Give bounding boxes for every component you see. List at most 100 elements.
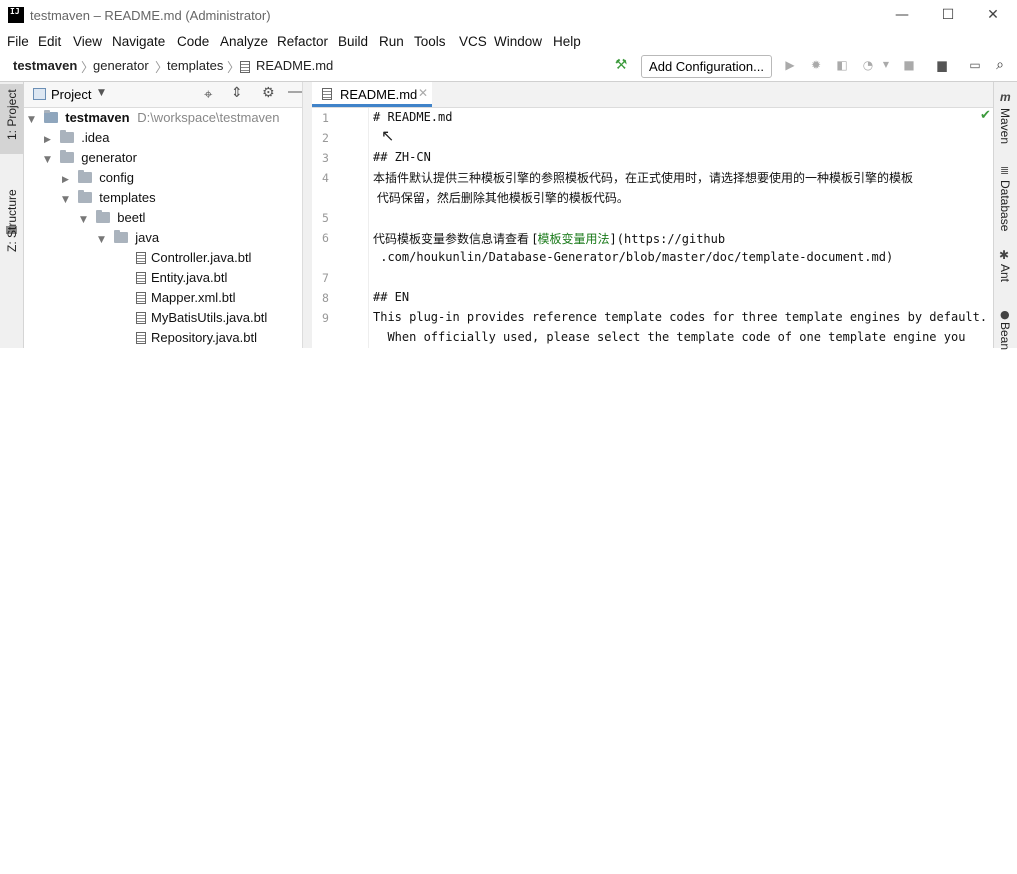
project-tool-label[interactable]: 1: Project — [5, 89, 19, 140]
editor-gutter: 1 2 3 4 5 6 7 8 9 — [312, 108, 369, 348]
breadcrumb-generator[interactable]: generator — [93, 58, 149, 73]
menu-edit[interactable]: Edit — [38, 34, 61, 49]
folder-icon — [113, 230, 128, 243]
tree-item-file[interactable]: Mapper.xml.btl — [136, 288, 236, 308]
close-tab-icon[interactable]: ✕ — [418, 86, 428, 100]
code-line[interactable]: ## ZH-CN — [373, 150, 431, 164]
project-view-selector[interactable]: Project — [51, 87, 91, 102]
tree-item-config[interactable]: ▶ config — [62, 168, 134, 188]
stop-icon[interactable]: ■ — [901, 57, 917, 73]
module-folder-icon — [43, 110, 58, 123]
close-button[interactable]: ✕ — [970, 0, 1016, 31]
tree-item-label: beetl — [117, 210, 146, 225]
tree-item-label: Entity.java.btl — [151, 270, 228, 285]
gear-icon[interactable]: ⚙ — [262, 85, 275, 101]
menu-refactor[interactable]: Refactor — [277, 34, 328, 49]
structure-tool-label[interactable]: Z: Structure — [5, 189, 19, 252]
tree-item-label: MyBatisUtils.java.btl — [151, 310, 268, 325]
menu-navigate[interactable]: Navigate — [112, 34, 165, 49]
terminal-window-icon[interactable]: ▭ — [967, 57, 983, 73]
line-number: 6 — [322, 231, 329, 245]
ant-tool-label[interactable]: Ant — [998, 264, 1012, 282]
chevron-down-icon[interactable]: ▼ — [28, 110, 40, 130]
file-icon — [136, 312, 146, 324]
breadcrumb-readme[interactable]: README.md — [256, 58, 333, 73]
tree-item-java[interactable]: ▼ java — [98, 228, 159, 248]
tree-item-label: config — [99, 170, 134, 185]
code-text: ](https://github — [609, 232, 726, 246]
profile-icon[interactable]: ◔ — [860, 57, 876, 73]
add-configuration-button[interactable]: Add Configuration... — [641, 55, 772, 78]
chevron-right-icon[interactable]: ▶ — [62, 170, 74, 190]
markdown-file-icon — [322, 88, 332, 100]
tree-item-idea[interactable]: ▶ .idea — [44, 128, 109, 148]
profile-dropdown-icon[interactable]: ▼ — [878, 57, 894, 73]
menu-help[interactable]: Help — [553, 34, 581, 49]
menu-run[interactable]: Run — [379, 34, 404, 49]
folder-icon — [77, 170, 92, 183]
tree-item-file[interactable]: Controller.java.btl — [136, 248, 251, 268]
folder-icon — [59, 150, 74, 163]
maven-tool-label[interactable]: Maven — [998, 108, 1012, 144]
editor-tab-label: README.md — [340, 87, 418, 102]
menu-vcs[interactable]: VCS — [459, 34, 487, 49]
tree-item-label: testmaven — [65, 110, 130, 125]
build-hammer-icon[interactable]: ⚒ — [613, 57, 629, 73]
bean-tool-label[interactable]: Bean — [998, 322, 1012, 350]
line-number: 7 — [322, 271, 329, 285]
menu-analyze[interactable]: Analyze — [220, 34, 268, 49]
menu-code[interactable]: Code — [177, 34, 209, 49]
file-icon — [136, 332, 146, 344]
database-icon: ≣ — [1000, 164, 1010, 177]
tree-item-label: Mapper.xml.btl — [151, 290, 236, 305]
menu-view[interactable]: View — [73, 34, 102, 49]
tree-item-generator[interactable]: ▼ generator — [44, 148, 137, 168]
markdown-link[interactable]: 模板变量用法 — [538, 232, 610, 246]
inspection-ok-icon[interactable]: ✔ — [980, 108, 991, 123]
tree-item-file[interactable]: Entity.java.btl — [136, 268, 227, 288]
locate-icon[interactable]: ⌖ — [204, 85, 212, 103]
code-line[interactable]: 代码保留，然后删除其他模板引擎的模板代码。 — [373, 189, 629, 206]
tree-item-label: generator — [81, 150, 137, 165]
tree-item-testmaven[interactable]: ▼ testmaven D:\workspace\testmaven — [28, 108, 280, 128]
code-line[interactable]: This plug-in provides reference template… — [373, 310, 987, 324]
project-structure-icon[interactable]: ▆ — [934, 57, 950, 73]
tree-item-beetl[interactable]: ▼ beetl — [80, 208, 145, 228]
menu-build[interactable]: Build — [338, 34, 368, 49]
chevron-down-icon[interactable]: ▼ — [44, 150, 56, 170]
debug-icon[interactable]: ✹ — [808, 57, 824, 73]
menu-window[interactable]: Window — [494, 34, 542, 49]
tree-item-file[interactable]: Repository.java.btl — [136, 328, 257, 348]
collapse-all-icon[interactable]: ⇕ — [231, 85, 243, 101]
maximize-button[interactable]: ☐ — [925, 0, 971, 31]
tree-item-file[interactable]: MyBatisUtils.java.btl — [136, 308, 267, 328]
minimize-button[interactable]: — — [879, 0, 925, 31]
coverage-icon[interactable]: ◧ — [834, 57, 850, 73]
tree-item-templates[interactable]: ▼ templates — [62, 188, 156, 208]
code-line[interactable]: 代码模板变量参数信息请查看 [模板变量用法](https://github — [373, 230, 725, 247]
code-line[interactable]: ## EN — [373, 290, 409, 304]
line-number: 4 — [322, 171, 329, 185]
code-line[interactable]: When officially used, please select the … — [373, 330, 965, 344]
search-icon[interactable]: ⌕ — [992, 57, 1008, 73]
editor-tab-readme[interactable]: README.md ✕ — [312, 82, 432, 107]
database-tool-label[interactable]: Database — [998, 180, 1012, 231]
title-bar: IJ testmaven – README.md (Administrator)… — [0, 0, 1017, 31]
menu-file[interactable]: File — [7, 34, 29, 49]
tree-item-label: templates — [99, 190, 156, 205]
tree-item-label: Controller.java.btl — [151, 250, 252, 265]
window-title: testmaven – README.md (Administrator) — [30, 8, 271, 23]
chevron-down-icon[interactable]: ▼ — [80, 210, 92, 230]
breadcrumb-templates[interactable]: templates — [167, 58, 223, 73]
menu-tools[interactable]: Tools — [414, 34, 446, 49]
chevron-right-icon[interactable]: ▶ — [44, 130, 56, 150]
code-line[interactable]: .com/houkunlin/Database-Generator/blob/m… — [373, 250, 893, 264]
run-icon[interactable]: ▶ — [782, 57, 798, 73]
hide-panel-icon[interactable]: — — [288, 83, 303, 100]
chevron-down-icon[interactable]: ▼ — [98, 230, 110, 250]
code-line[interactable]: # README.md — [373, 110, 452, 124]
chevron-down-icon[interactable]: ▼ — [98, 88, 105, 98]
chevron-down-icon[interactable]: ▼ — [62, 190, 74, 210]
breadcrumb-project[interactable]: testmaven — [13, 58, 77, 73]
code-line[interactable]: 本插件默认提供三种模板引擎的参照模板代码，在正式使用时，请选择想要使用的一种模板… — [373, 169, 913, 186]
